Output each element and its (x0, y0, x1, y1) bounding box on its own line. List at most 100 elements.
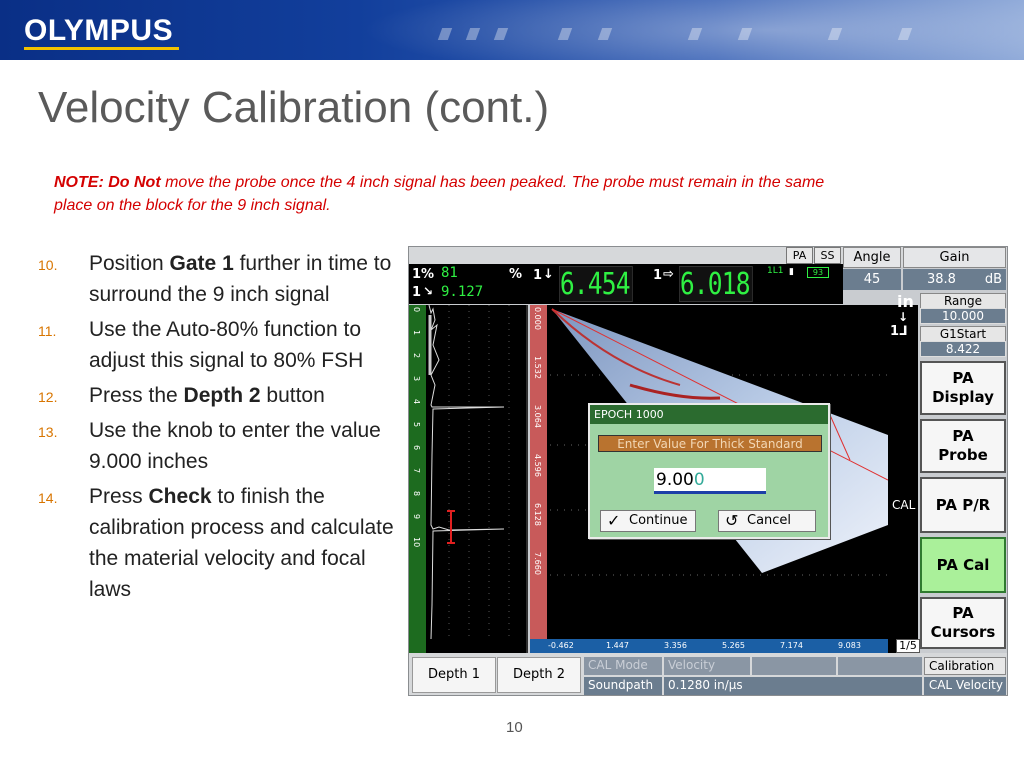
soundpath-reading-label: 1 (653, 268, 663, 283)
olympus-logo: OLYMPUS (24, 14, 174, 47)
thickness-value: 9.00 (656, 470, 694, 490)
gain-value-cell[interactable]: 38.8 dB (903, 269, 1006, 290)
angle-value[interactable]: 45 (843, 269, 901, 290)
step-number: 12. (38, 389, 58, 405)
depth1-button[interactable]: Depth 1 (412, 657, 496, 693)
step-text: Use the knob to enter the value 9.000 in… (89, 419, 381, 473)
readout-bar: 1% 81 % 1 ↘ 9.127 1 ↓ 6.454 1 ⇨ 6.018 1L… (409, 264, 843, 304)
thickness-input[interactable]: 9.000 (654, 468, 766, 494)
cursor-digit: 0 (693, 470, 705, 490)
tick-label: -0.462 (548, 641, 574, 650)
g1start-header[interactable]: G1Start (920, 326, 1006, 342)
gate-reading-label: 1 (412, 285, 422, 300)
tick-label: 5.265 (722, 641, 745, 650)
battery-level: 93 (807, 267, 829, 278)
soundpath-value: 0.1280 in/μs (664, 677, 922, 695)
dialog-prompt: Enter Value For Thick Standard (598, 435, 822, 452)
step-number: 14. (38, 490, 58, 506)
depth-reading-label: 1 (533, 268, 543, 283)
logo-underline (24, 47, 179, 50)
pa-cursors-label: PA Cursors (930, 604, 996, 641)
depth-arrow-icon: ↓ (543, 267, 554, 282)
list-item: 14. Press Check to finish the calibratio… (38, 481, 398, 605)
steps-list: 10. Position Gate 1 further in time to s… (38, 248, 398, 609)
check-icon: ✓ (607, 511, 621, 530)
gain-header[interactable]: Gain (903, 247, 1006, 268)
step-text: Position (89, 252, 170, 275)
undo-icon: ↺ (725, 511, 739, 530)
continue-label: Continue (629, 513, 688, 528)
ss-indicator: SS (814, 247, 841, 264)
step-number: 13. (38, 424, 58, 440)
soundpath-label: Soundpath (584, 677, 662, 695)
bottom-bar: Depth 1 Depth 2 CAL Mode Velocity Calibr… (409, 653, 1007, 695)
step-number: 11. (38, 323, 57, 339)
battery-area: ▮ 93 (787, 266, 841, 280)
depth-reading-value: 6.454 (559, 266, 633, 302)
battery-icon: ▮ (789, 267, 794, 277)
amplitude-value: 81 (441, 265, 458, 281)
thickness-dialog: EPOCH 1000 Enter Value For Thick Standar… (588, 403, 830, 539)
page-indicator: 1/5 (896, 639, 920, 653)
range-value[interactable]: 10.000 (920, 308, 1006, 324)
step-bold: Gate 1 (169, 252, 234, 275)
cal-mode-value: Velocity (664, 657, 750, 675)
tick-label: 7.174 (780, 641, 803, 650)
tick-label: 9.083 (838, 641, 861, 650)
calibration-label[interactable]: Calibration (924, 657, 1006, 675)
list-item: 11. Use the Auto-80% function to adjust … (38, 314, 398, 376)
a-scan-panel: 012345678910 020406080100 (409, 305, 528, 653)
pa-display-button[interactable]: PA Display (920, 361, 1006, 415)
tick-label: 1.447 (606, 641, 629, 650)
g1start-value[interactable]: 8.422 (920, 341, 1006, 357)
page-number: 10 (506, 719, 523, 736)
depth2-button[interactable]: Depth 2 (497, 657, 581, 693)
cal-strip: CAL (888, 305, 918, 653)
soundpath-right-arrow-icon: ⇨ (663, 267, 674, 282)
blank-cell (838, 657, 922, 675)
blank-cell (752, 657, 836, 675)
cal-mode-label: CAL Mode (584, 657, 662, 675)
unit-label: in (897, 292, 914, 311)
s-scan-horizontal-axis: -0.462 1.447 3.356 5.265 7.174 9.083 (530, 639, 888, 653)
dialog-title: EPOCH 1000 (590, 405, 828, 424)
gate-reading-value: 9.127 (441, 284, 484, 300)
gain-value: 38.8 (927, 272, 956, 287)
page-title: Velocity Calibration (cont.) (38, 83, 550, 132)
gain-unit: dB (984, 272, 1002, 287)
tick-label: 3.356 (664, 641, 687, 650)
step-text: Press the (89, 384, 184, 407)
gate-one-icon: 1⅃ (890, 324, 908, 339)
list-item: 12. Press the Depth 2 button (38, 380, 398, 411)
step-bold: Depth 2 (183, 384, 261, 407)
pa-probe-label: PA Probe (938, 427, 988, 464)
note-body: move the probe once the 4 inch signal ha… (54, 174, 825, 214)
pa-cursors-button[interactable]: PA Cursors (920, 597, 1006, 649)
header-banner: OLYMPUS (0, 0, 1024, 60)
amplitude-unit: % (509, 267, 523, 282)
pa-cal-button[interactable]: PA Cal (920, 537, 1006, 593)
a-scan-waveform (428, 305, 510, 640)
cal-velocity-label: CAL Velocity (924, 677, 1006, 695)
step-text: Use the Auto-80% function to adjust this… (89, 318, 364, 372)
range-header[interactable]: Range (920, 293, 1006, 309)
step-bold: Check (148, 485, 212, 508)
gate-tag: 1L1 (767, 266, 784, 276)
amplitude-label: 1% (412, 267, 435, 282)
pa-cal-label: PA Cal (936, 555, 990, 574)
continue-button[interactable]: ✓ Continue (600, 510, 696, 532)
pa-pr-button[interactable]: PA P/R (920, 477, 1006, 533)
step-text: Press (89, 485, 149, 508)
pa-pr-label: PA P/R (935, 495, 991, 514)
cancel-label: Cancel (747, 513, 792, 528)
angle-header[interactable]: Angle (843, 247, 901, 268)
cal-label: CAL (892, 498, 916, 512)
cancel-button[interactable]: ↺ Cancel (718, 510, 816, 532)
pa-display-label: PA Display (932, 369, 994, 406)
note-bold: NOTE: Do Not (54, 174, 161, 191)
epoch-screen: 1% 81 % 1 ↘ 9.127 1 ↓ 6.454 1 ⇨ 6.018 1L… (408, 246, 1008, 696)
note-text: NOTE: Do Not move the probe once the 4 i… (54, 171, 854, 217)
soundpath-reading-value: 6.018 (679, 266, 753, 302)
down-arrow-icon: ↓ (898, 310, 909, 324)
pa-probe-button[interactable]: PA Probe (920, 419, 1006, 473)
